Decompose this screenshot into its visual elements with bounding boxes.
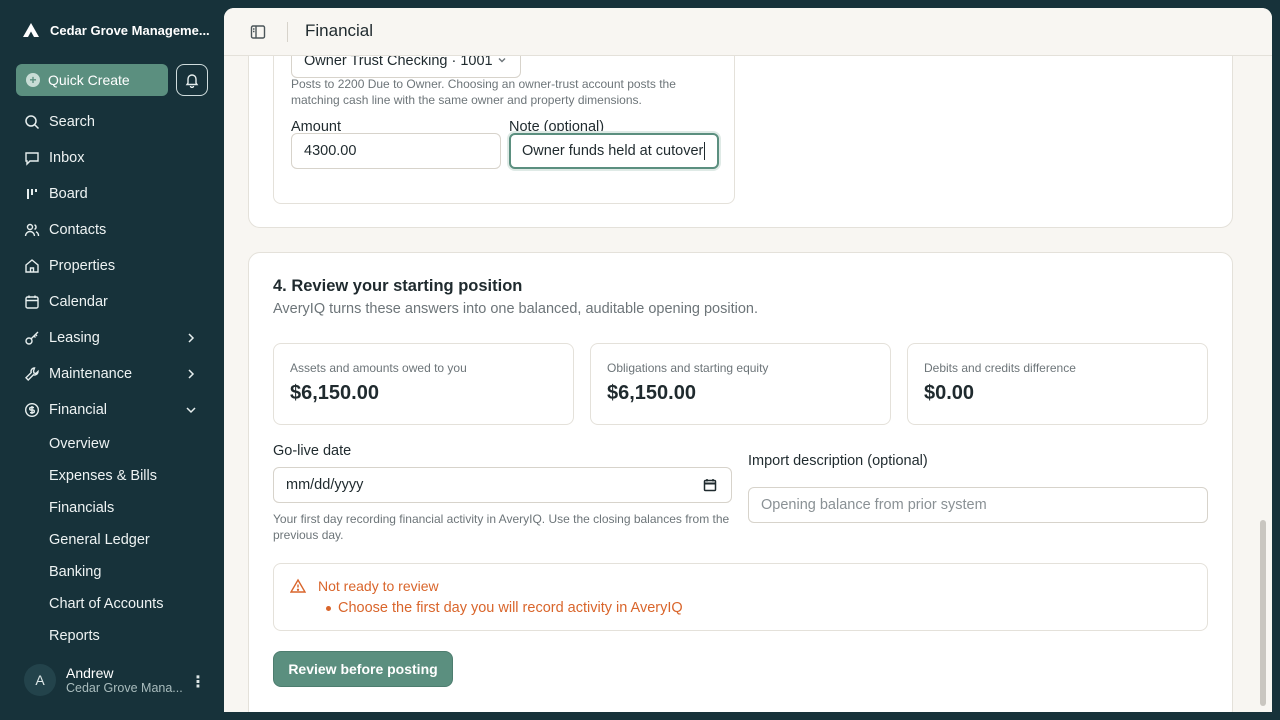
sidebar-subitem-general-ledger[interactable]: General Ledger (0, 524, 224, 556)
sidebar-item-search[interactable]: Search (0, 104, 224, 140)
golive-date-input[interactable]: mm/dd/yyyy (273, 467, 732, 503)
calendar-icon[interactable] (703, 478, 717, 496)
user-org: Cedar Grove Mana... (66, 681, 183, 695)
sidebar-subitem-banking[interactable]: Banking (0, 556, 224, 588)
sidebar-item-label: Maintenance (49, 366, 133, 382)
sidebar-subitem-chart-of-accounts[interactable]: Chart of Accounts (0, 588, 224, 620)
logo-icon (23, 23, 39, 37)
user-name: Andrew (66, 665, 114, 681)
topbar: Financial (224, 8, 1272, 56)
sidebar: Cedar Grove Manageme... + Quick Create S… (0, 0, 224, 720)
stat-value: $0.00 (924, 382, 975, 404)
sidebar-item-label: Search (49, 114, 95, 130)
plus-icon: + (26, 73, 40, 87)
stat-obligations: Obligations and starting equity $6,150.0… (590, 343, 891, 425)
org-name: Cedar Grove Manageme... (50, 22, 210, 38)
sidebar-item-leasing[interactable]: Leasing (0, 320, 224, 356)
stat-difference: Debits and credits difference $0.00 (907, 343, 1208, 425)
review-card: 4. Review your starting position AveryIQ… (248, 252, 1233, 712)
chevron-right-icon (184, 331, 198, 349)
page-title: Financial (305, 21, 374, 40)
sidebar-item-label: Calendar (49, 294, 108, 310)
bell-icon (185, 74, 199, 88)
wrench-icon (24, 366, 40, 382)
chevron-right-icon (184, 367, 198, 385)
user-profile[interactable]: A Andrew Cedar Grove Mana... ⋮ (24, 664, 206, 696)
amount-input[interactable]: 4300.00 (291, 133, 501, 169)
sidebar-item-properties[interactable]: Properties (0, 248, 224, 284)
sidebar-item-calendar[interactable]: Calendar (0, 284, 224, 320)
sidebar-item-financial[interactable]: Financial (0, 392, 224, 428)
sidebar-subitem-overview[interactable]: Overview (0, 428, 224, 460)
notifications-button[interactable] (176, 64, 208, 96)
stat-label: Obligations and starting equity (607, 361, 769, 375)
stat-assets: Assets and amounts owed to you $6,150.00 (273, 343, 574, 425)
sidebar-subitem-expenses-bills[interactable]: Expenses & Bills (0, 460, 224, 492)
key-icon (24, 330, 40, 346)
alert-item: Choose the first day you will record act… (338, 600, 683, 616)
account-help-text: Posts to 2200 Due to Owner. Choosing an … (291, 77, 676, 107)
home-icon (24, 258, 40, 274)
org-switcher[interactable]: Cedar Grove Manageme... (22, 22, 210, 38)
note-input[interactable]: Owner funds held at cutover (509, 133, 719, 169)
import-description-placeholder: Opening balance from prior system (761, 497, 987, 513)
sidebar-item-board[interactable]: Board (0, 176, 224, 212)
sidebar-subitem-reports[interactable]: Reports (0, 620, 224, 652)
message-icon (24, 150, 40, 166)
stat-value: $6,150.00 (290, 382, 379, 404)
note-value: Owner funds held at cutover (522, 143, 704, 159)
stat-value: $6,150.00 (607, 382, 696, 404)
scrollbar[interactable] (1260, 520, 1266, 706)
search-icon (24, 114, 40, 130)
sidebar-item-label: Board (49, 186, 88, 202)
dollar-circle-icon (24, 402, 40, 418)
main-panel: Financial Owner Trust Checking · 1001 Po… (224, 8, 1272, 712)
sidebar-toggle-icon[interactable] (250, 24, 266, 45)
sidebar-item-label: Properties (49, 258, 116, 274)
users-icon (24, 222, 40, 238)
sidebar-item-label: Inbox (49, 150, 85, 166)
text-caret (704, 142, 706, 160)
calendar-icon (24, 294, 40, 310)
quick-create-button[interactable]: + Quick Create (16, 64, 168, 96)
import-description-input[interactable]: Opening balance from prior system (748, 487, 1208, 523)
warning-icon (289, 578, 307, 599)
stat-label: Debits and credits difference (924, 361, 1076, 375)
stat-label: Assets and amounts owed to you (290, 361, 467, 375)
board-icon (24, 186, 40, 202)
sidebar-item-maintenance[interactable]: Maintenance (0, 356, 224, 392)
alert-title: Not ready to review (318, 578, 439, 594)
sidebar-item-label: Contacts (49, 222, 107, 238)
review-before-posting-button[interactable]: Review before posting (273, 651, 453, 687)
chevron-down-icon (184, 403, 198, 421)
import-description-label: Import description (optional) (748, 453, 928, 469)
sidebar-item-contacts[interactable]: Contacts (0, 212, 224, 248)
more-vertical-icon[interactable]: ⋮ (190, 672, 206, 692)
validation-alert: Not ready to review Choose the first day… (273, 563, 1208, 631)
bullet (326, 606, 331, 611)
sidebar-nav: Search Inbox Board Contacts Properties C… (0, 104, 224, 652)
golive-placeholder: mm/dd/yyyy (286, 477, 364, 493)
sidebar-item-inbox[interactable]: Inbox (0, 140, 224, 176)
divider (287, 22, 288, 42)
sidebar-item-label: Financial (49, 402, 108, 418)
sidebar-item-label: Leasing (49, 330, 100, 346)
section-subtitle: AveryIQ turns these answers into one bal… (273, 301, 758, 317)
amount-value: 4300.00 (304, 143, 357, 159)
section-title: 4. Review your starting position (273, 277, 523, 295)
sidebar-subitem-financials[interactable]: Financials (0, 492, 224, 524)
avatar: A (24, 664, 56, 696)
golive-help-text: Your first day recording financial activ… (273, 512, 730, 542)
golive-label: Go-live date (273, 443, 352, 459)
chevron-down-icon (496, 54, 508, 70)
quick-create-label: Quick Create (48, 72, 130, 88)
